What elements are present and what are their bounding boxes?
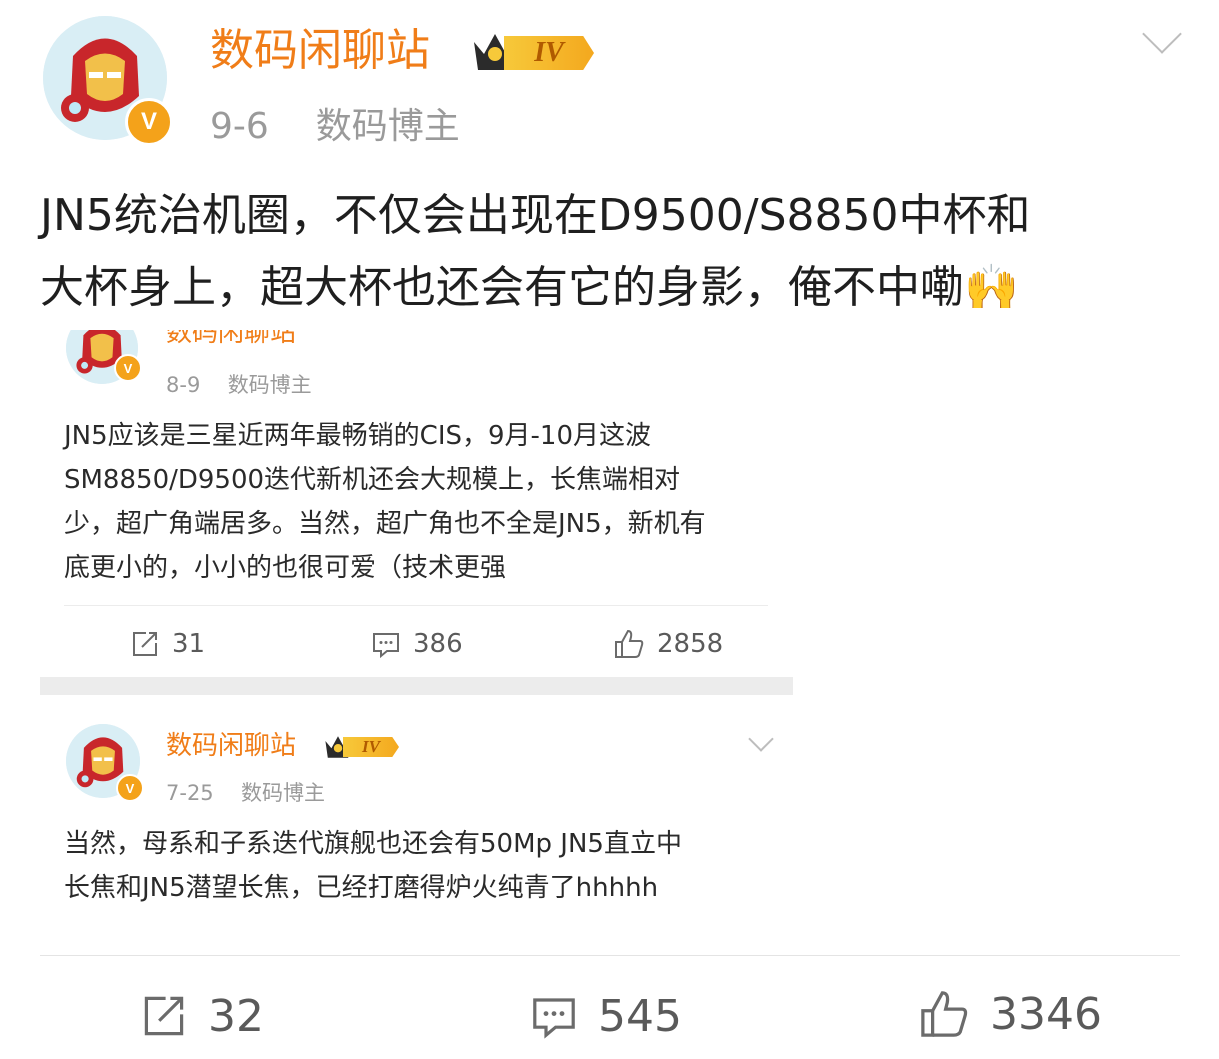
divider [64,605,768,606]
author-role: 数码博主 [315,106,460,147]
like-icon [615,629,644,658]
repost-button[interactable]: 31 [130,624,205,664]
username[interactable]: 数码闲聊站 [210,22,430,80]
level-badge: IV [470,28,595,76]
comment-button[interactable]: 386 [371,624,463,664]
quoted-post-card[interactable]: V 数码闲聊站 IV 7-25 数码博主 当然，母系和子系迭代旗舰也还会有50M… [40,700,793,930]
like-icon [921,991,968,1037]
verified-icon: V [125,98,173,146]
repost-count: 31 [172,629,206,659]
quoted-text-line: 长焦和JN5潜望长焦，已经打磨得炉火纯青了hhhhh [64,873,659,903]
comment-count: 545 [598,990,682,1042]
post-text-line: JN5统治机圈，不仅会出现在D9500/S8850中杯和 [40,190,1031,241]
username[interactable]: 数码闲聊站 [166,728,296,764]
comment-button[interactable]: 545 [530,988,682,1044]
quoted-post-card[interactable]: V 数码闲聊站 8-9 数码博主 JN5应该是三星近两年最畅销的CIS，9月-1… [40,330,793,695]
quoted-post-text: 当然，母系和子系迭代旗舰也还会有50Mp JN5直立中 长焦和JN5潜望长焦，已… [64,822,784,910]
post-text-line: 大杯身上，超大杯也还会有它的身影，俺不中嘞🙌 [40,262,1019,313]
quoted-text-line: 底更小的，小小的也很可爱（技术更强 [64,553,507,583]
quoted-post-text: JN5应该是三星近两年最畅销的CIS，9月-10月这波 SM8850/D9500… [64,414,784,590]
divider [40,955,1180,956]
level-label: IV [504,36,594,70]
post-text: JN5统治机圈，不仅会出现在D9500/S8850中杯和 大杯身上，超大杯也还会… [40,180,1200,324]
repost-count: 32 [208,990,264,1042]
chevron-down-icon[interactable] [748,726,774,752]
chevron-down-icon[interactable] [1142,14,1182,54]
separator-bar [40,677,793,695]
post-date: 9-6 [210,106,269,147]
post-date: 7-25 [166,781,214,805]
repost-button[interactable]: 32 [140,988,264,1044]
quoted-text-line: JN5应该是三星近两年最畅销的CIS，9月-10月这波 [64,421,651,451]
level-label: IV [343,737,399,757]
author-role: 数码博主 [227,373,312,397]
comment-count: 386 [413,629,463,659]
quoted-text-line: 当然，母系和子系迭代旗舰也还会有50Mp JN5直立中 [64,829,682,859]
post-date: 8-9 [166,373,201,397]
comment-icon [533,998,575,1039]
like-count: 2858 [657,629,724,659]
comment-icon [373,633,399,659]
like-count: 3346 [990,988,1102,1040]
avatar[interactable]: V [66,724,144,802]
verified-icon: V [114,354,142,382]
author-role: 数码博主 [241,781,326,805]
level-badge: IV [323,732,399,762]
avatar[interactable]: V [43,16,173,146]
like-button[interactable]: 2858 [613,624,723,664]
repost-icon [144,996,184,1036]
quoted-text-line: SM8850/D9500迭代新机还会大规模上，长焦端相对 [64,465,681,495]
quoted-text-line: 少，超广角端居多。当然，超广角也不全是JN5，新机有 [64,509,706,539]
verified-icon: V [116,774,144,802]
avatar[interactable]: V [66,330,142,384]
username[interactable]: 数码闲聊站 [166,330,296,350]
like-button[interactable]: 3346 [918,986,1102,1042]
repost-icon [133,632,157,656]
